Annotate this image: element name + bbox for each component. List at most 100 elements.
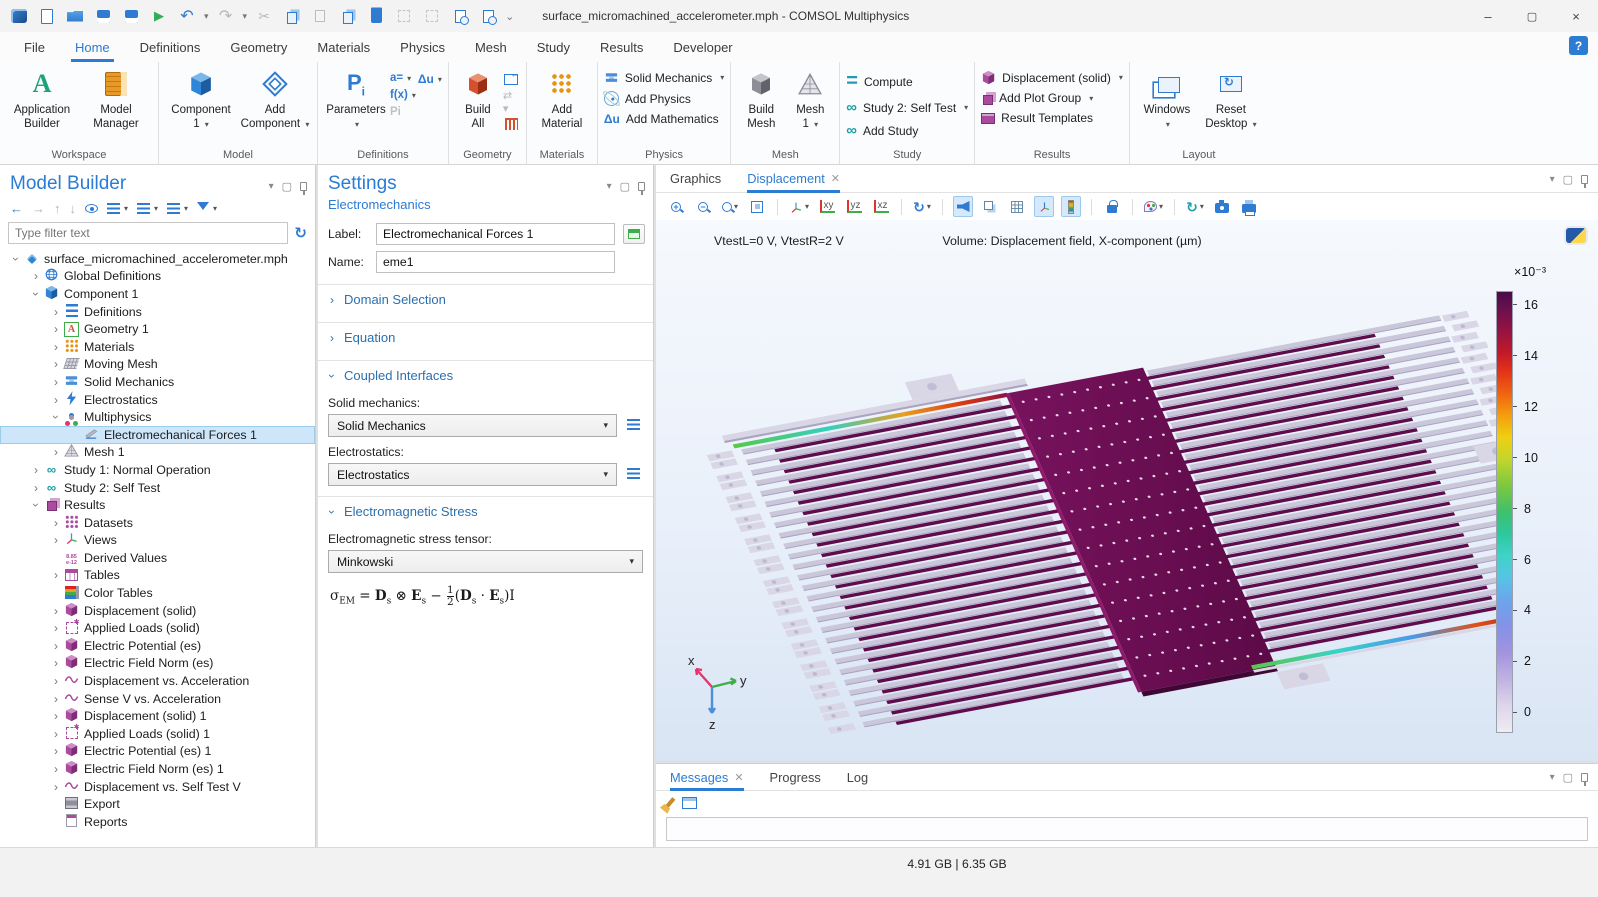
undo-dropdown-icon[interactable]: ▾ [204,11,209,22]
add-plot-group-button[interactable]: Add Plot Group▾ [981,91,1093,105]
show-icon[interactable] [85,204,98,213]
search-settings-icon[interactable] [477,6,499,26]
tab-mesh[interactable]: Mesh [475,32,507,62]
parameters-button[interactable]: Pi Parameters▾ [324,64,388,132]
expand-arrow-icon[interactable]: › [10,253,22,265]
rename-table-icon[interactable] [623,224,645,244]
collapse-arrow-icon[interactable]: › [50,640,62,652]
collapse-arrow-icon[interactable]: › [50,446,62,458]
tree-item-electric-potential-es[interactable]: ›Electric Potential (es) [0,637,315,655]
tree-item-results[interactable]: ›Results [0,496,315,514]
close-tab-icon[interactable]: ✕ [831,172,840,185]
view-yz-icon[interactable]: yz [844,196,864,217]
close-tab-icon[interactable]: ✕ [734,771,743,784]
maximize-icon[interactable]: ▢ [1510,0,1554,32]
tree-item-moving-mesh[interactable]: ›Moving Mesh [0,356,315,374]
find-icon[interactable] [449,6,471,26]
zoom-extents-icon[interactable] [747,196,767,217]
tab-results[interactable]: Results [600,32,643,62]
open-messages-window-icon[interactable] [682,797,697,809]
legend-toggle-icon[interactable] [1061,196,1081,217]
tree-item-reports[interactable]: Reports [0,813,315,831]
messages-output[interactable] [666,817,1588,841]
color-theme-icon[interactable]: ▾ [1143,196,1164,217]
tree-item-study-2-self-test[interactable]: ›∞Study 2: Self Test [0,479,315,497]
settings-float-icon[interactable]: ▢ [620,180,630,193]
comsol-logo-icon[interactable] [8,6,30,26]
collapse-arrow-icon[interactable]: › [50,358,62,370]
collapse-arrow-icon[interactable]: › [50,745,62,757]
go-to-source-icon[interactable] [625,417,645,435]
collapse-arrow-icon[interactable]: › [50,394,62,406]
tab-geometry[interactable]: Geometry [230,32,287,62]
tab-home[interactable]: Home [75,32,110,62]
tab-materials[interactable]: Materials [317,32,370,62]
settings-menu-icon[interactable]: ▾ [607,181,612,192]
clear-messages-icon[interactable] [665,797,676,809]
tree-item-displacement-solid[interactable]: ›Displacement (solid) [0,602,315,620]
collapse-arrow-icon[interactable]: › [50,534,62,546]
messages-menu-icon[interactable]: ▾ [1550,772,1555,783]
collapse-icon[interactable]: ▾ [107,203,128,214]
goto-view-icon[interactable]: ▾ [788,196,810,217]
tab-physics[interactable]: Physics [400,32,445,62]
functions-button[interactable]: f(x)▾ [390,89,416,101]
tree-item-sense-v-vs-acceleration[interactable]: ›Sense V vs. Acceleration [0,690,315,708]
tab-study[interactable]: Study [537,32,570,62]
build-mesh-button[interactable]: Build Mesh [737,64,785,132]
tab-developer[interactable]: Developer [673,32,732,62]
view-xy-icon[interactable]: xy [817,196,837,217]
tab-graphics[interactable]: Graphics [670,165,721,193]
mesh-1-button[interactable]: Mesh 1 ▾ [787,64,833,132]
collapse-arrow-icon[interactable]: › [30,464,42,476]
graphics-menu-icon[interactable]: ▾ [1550,174,1555,185]
delete-icon[interactable] [365,6,387,26]
qat-overflow-icon[interactable]: ⌄ [505,10,514,23]
tree-item-displacement-vs-self-test-v[interactable]: ›Displacement vs. Self Test V [0,778,315,796]
tree-item-datasets[interactable]: ›Datasets [0,514,315,532]
help-icon[interactable]: ? [1569,36,1588,55]
tree-item-surface-micromachined-accelerometer-mph[interactable]: ›surface_micromachined_accelerometer.mph [0,250,315,268]
tree-item-materials[interactable]: ›Materials [0,338,315,356]
model-tree-nodes-icon[interactable]: ▾ [167,203,188,214]
comsol-logo-chip-icon[interactable] [1566,228,1586,243]
tree-item-tables[interactable]: ›Tables [0,567,315,585]
tree-item-solid-mechanics[interactable]: ›Solid Mechanics [0,373,315,391]
add-study-button[interactable]: ∞ Add Study [846,122,918,139]
import-geometry-icon[interactable] [503,72,520,87]
result-templates-button[interactable]: Result Templates [981,111,1093,125]
collapse-arrow-icon[interactable]: › [50,710,62,722]
collapse-arrow-icon[interactable]: › [50,323,62,335]
tab-log[interactable]: Log [847,764,868,791]
zoom-box-icon[interactable]: ▾ [720,196,740,217]
go-to-source-icon[interactable] [625,466,645,484]
section-equation[interactable]: › Equation [318,322,653,352]
panel-float-icon[interactable]: ▢ [282,180,292,193]
back-icon[interactable]: ← [10,201,23,216]
nonlocal-couplings-button[interactable]: Δu▾ [418,72,442,86]
reset-desktop-button[interactable]: Reset Desktop ▾ [1200,64,1262,132]
section-coupled-interfaces[interactable]: › Coupled Interfaces [318,360,653,390]
view-lock-icon[interactable] [1102,196,1122,217]
new-file-icon[interactable] [36,6,58,26]
graphics-pin-icon[interactable] [1581,175,1588,184]
run-icon[interactable]: ▶ [148,6,170,26]
virtual-operations-icon[interactable] [503,116,520,131]
graphics-float-icon[interactable]: ▢ [1563,173,1573,186]
collapse-arrow-icon[interactable]: › [50,728,62,740]
tree-item-mesh-1[interactable]: ›Mesh 1 [0,444,315,462]
tab-definitions[interactable]: Definitions [140,32,201,62]
tab-file[interactable]: File [24,32,45,62]
accelerometer-3d-model[interactable] [666,240,1496,760]
expand-icon[interactable]: ▾ [137,203,158,214]
windows-button[interactable]: Windows▾ [1136,64,1198,132]
solid-mechanics-select[interactable]: Solid Mechanics▾ [328,414,617,437]
tree-item-displacement-vs-acceleration[interactable]: ›Displacement vs. Acceleration [0,672,315,690]
collapse-arrow-icon[interactable]: › [50,781,62,793]
tab-messages[interactable]: Messages✕ [670,764,744,791]
close-icon[interactable]: × [1554,0,1598,32]
tree-item-electromechanical-forces-1[interactable]: Electromechanical Forces 1 [0,426,315,444]
minimize-icon[interactable]: – [1466,0,1510,32]
settings-pin-icon[interactable] [638,182,645,191]
component-1-button[interactable]: Component 1 ▾ [165,64,237,132]
